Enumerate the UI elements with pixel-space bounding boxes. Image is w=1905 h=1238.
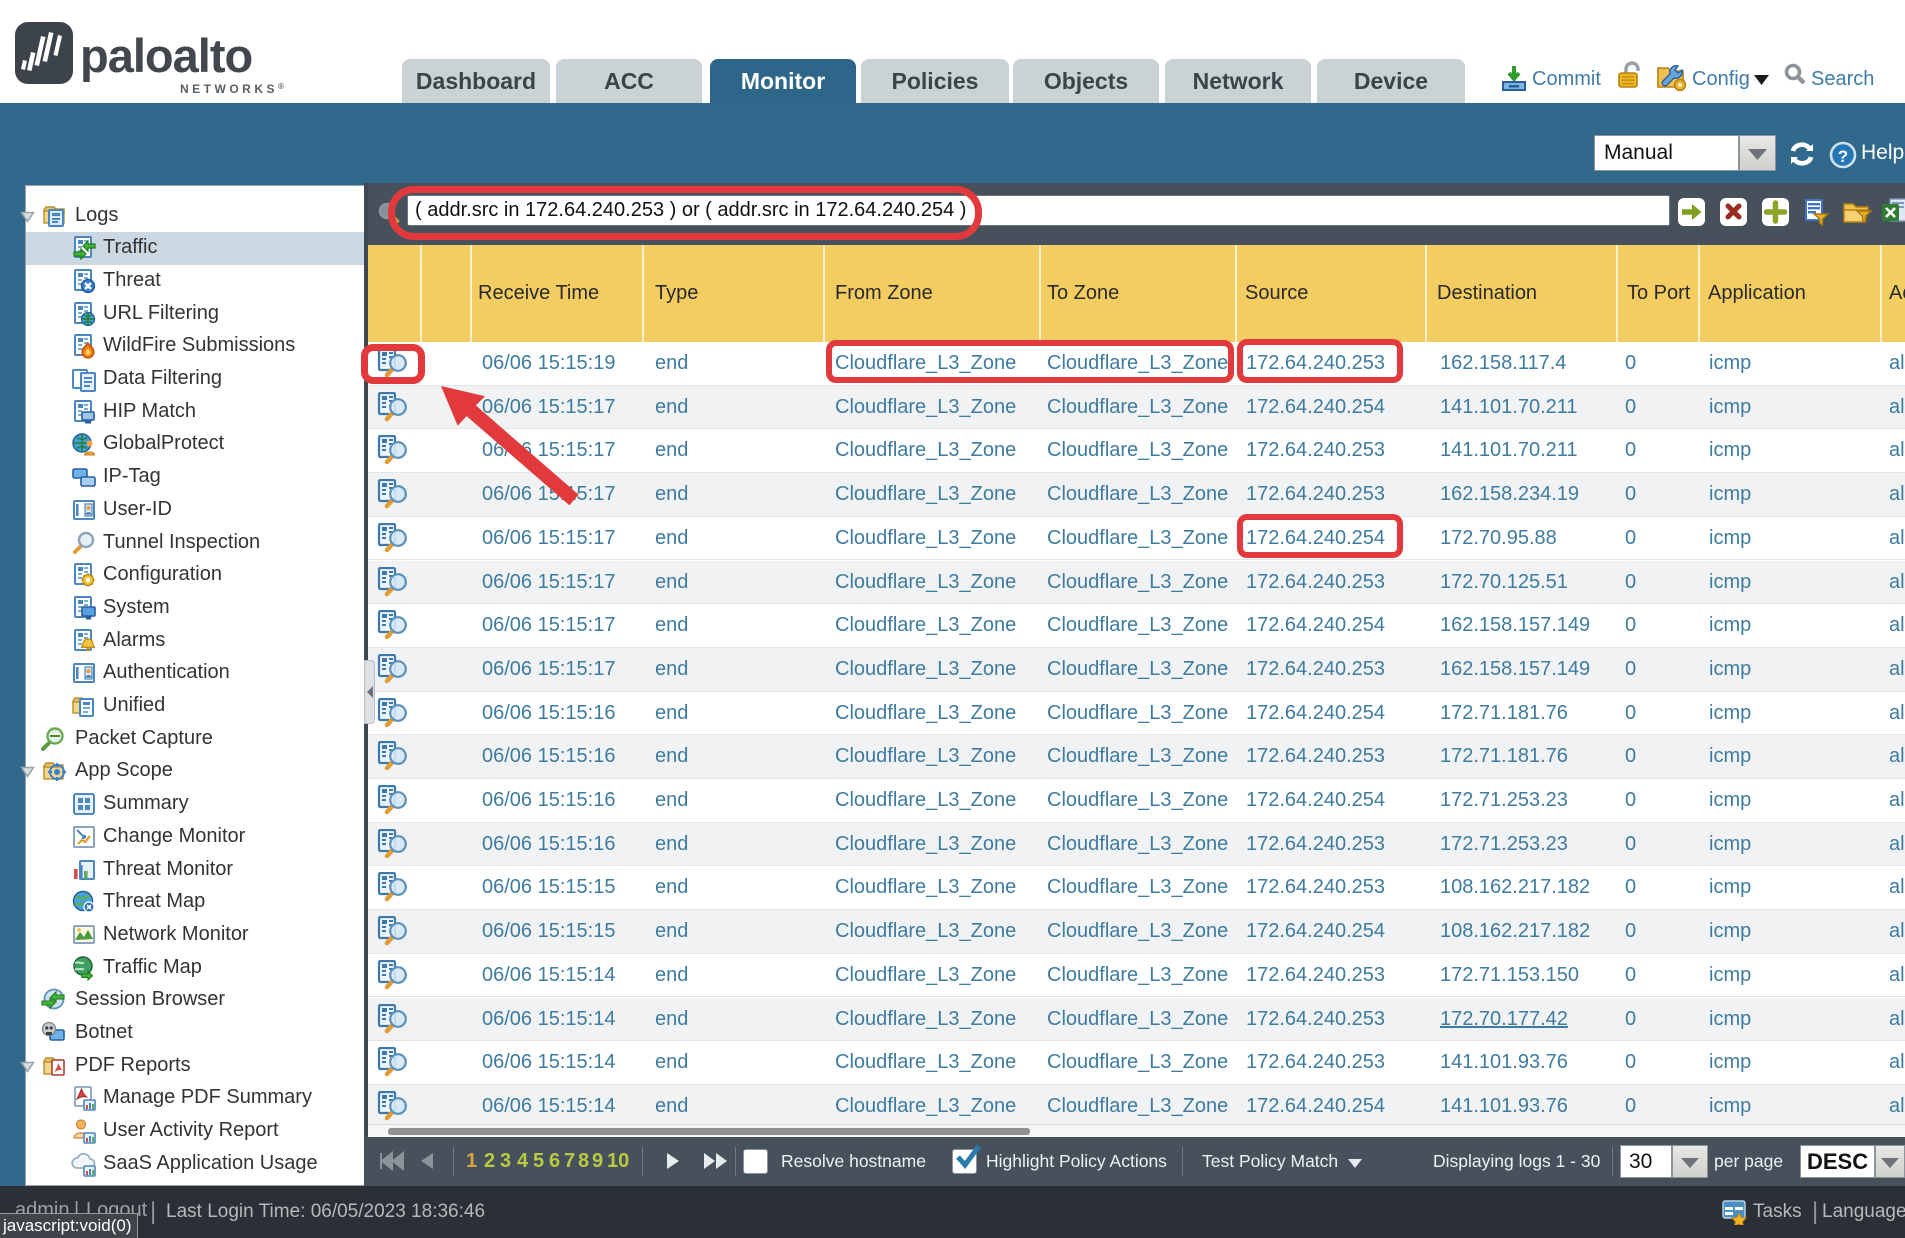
svg-text:?: ? [1838, 147, 1848, 166]
